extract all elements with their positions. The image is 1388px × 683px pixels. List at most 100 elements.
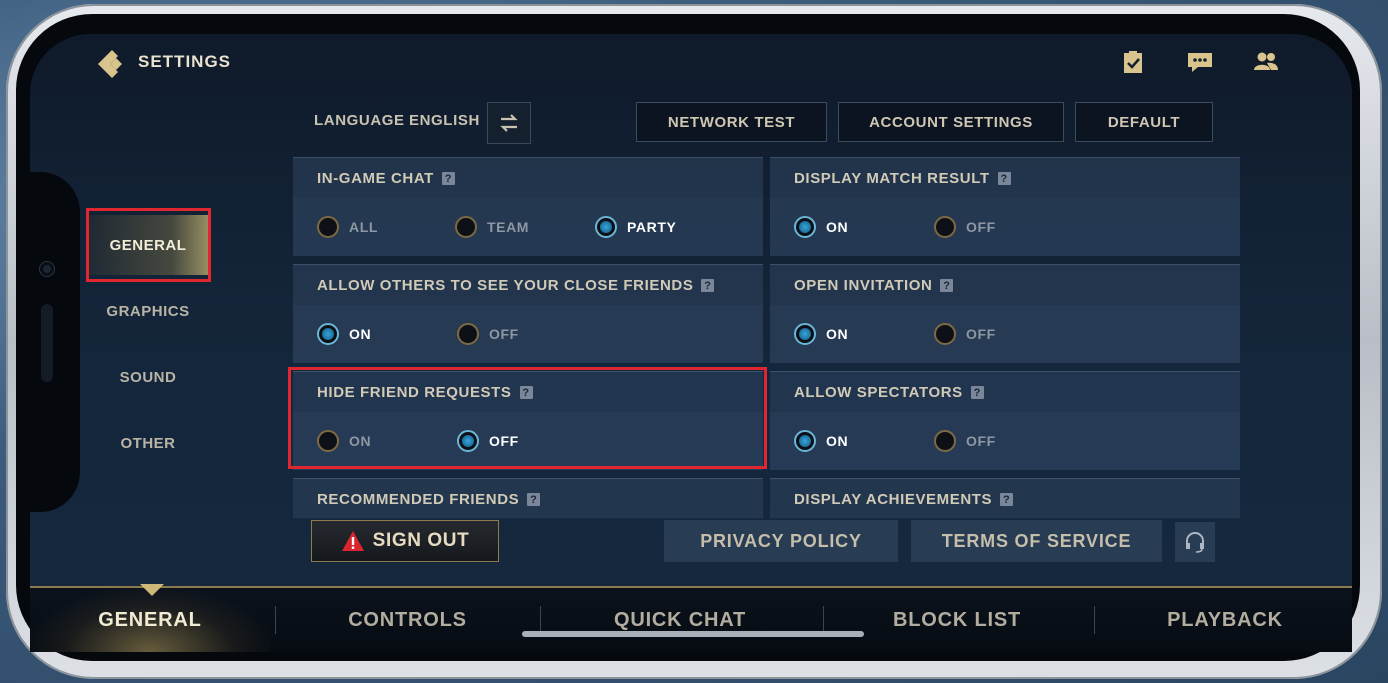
radio-off[interactable]: OFF [457,430,519,452]
help-icon[interactable]: ? [940,279,954,292]
sidebar-item-label: GENERAL [109,236,187,254]
radio-circle-selected[interactable] [457,430,479,452]
network-test-button[interactable]: NETWORK TEST [636,102,827,142]
radio-circle-selected[interactable] [794,216,816,238]
sidebar-item-other[interactable]: OTHER [88,413,208,473]
setting-recommended-friends: RECOMMENDED FRIENDS? [293,478,763,519]
radio-label: ALL [349,219,379,235]
radio-label: ON [826,433,849,449]
tab-block-list[interactable]: BLOCK LIST [828,588,1086,652]
radio-label: OFF [966,433,996,449]
setting-title: IN-GAME CHAT? [317,170,455,187]
sign-out-label: SIGN OUT [372,530,470,551]
radio-label: OFF [966,219,996,235]
account-settings-button[interactable]: ACCOUNT SETTINGS [838,102,1064,142]
active-tab-caret-icon [140,584,164,596]
chat-icon[interactable] [1186,50,1212,74]
radio-circle-selected[interactable] [317,323,339,345]
default-button[interactable]: DEFAULT [1075,102,1213,142]
radio-circle[interactable] [455,216,477,238]
tab-quick-chat[interactable]: QUICK CHAT [545,588,815,652]
setting-close-friends: ALLOW OTHERS TO SEE YOUR CLOSE FRIENDS? … [293,264,763,363]
sidebar-item-general[interactable]: GENERAL [88,215,208,275]
language-value: ENGLISH [409,112,480,129]
radio-party[interactable]: PARTY [595,216,676,238]
tab-label: CONTROLS [348,608,467,631]
page-title: SETTINGS [138,52,232,71]
radio-label: OFF [966,326,996,342]
setting-display-achievements: DISPLAY ACHIEVEMENTS? [770,478,1240,519]
radio-team[interactable]: TEAM [455,216,529,238]
setting-title: DISPLAY MATCH RESULT? [794,170,1011,187]
radio-circle[interactable] [317,216,339,238]
help-icon[interactable]: ? [1000,493,1014,506]
radio-circle-selected[interactable] [595,216,617,238]
language-swap-button[interactable] [487,102,531,144]
radio-on[interactable]: ON [794,216,848,238]
radio-off[interactable]: OFF [934,216,996,238]
setting-in-game-chat: IN-GAME CHAT? ALL TEAM PARTY [293,157,763,256]
radio-off[interactable]: OFF [934,430,996,452]
sidebar-item-sound[interactable]: SOUND [88,347,208,407]
clipboard-check-icon[interactable] [1120,50,1146,74]
radio-label: ON [349,433,372,449]
camera-icon [40,262,54,276]
radio-on[interactable]: ON [794,430,848,452]
radio-label: OFF [489,433,519,449]
radio-on[interactable]: ON [317,323,371,345]
swap-icon [500,114,518,132]
radio-label: OFF [489,326,519,342]
sidebar-item-label: SOUND [119,368,177,386]
tab-playback[interactable]: PLAYBACK [1100,588,1350,652]
warning-icon [341,531,364,551]
tab-label: GENERAL [98,608,202,631]
setting-open-invitation: OPEN INVITATION? ON OFF [770,264,1240,363]
terms-of-service-button[interactable]: TERMS OF SERVICE [911,520,1162,562]
headset-icon [1186,532,1204,553]
friends-icon[interactable] [1252,50,1278,74]
radio-on[interactable]: ON [317,430,371,452]
speaker-grille [41,304,53,382]
tab-label: BLOCK LIST [893,608,1021,631]
radio-all[interactable]: ALL [317,216,378,238]
radio-circle[interactable] [934,323,956,345]
setting-title: HIDE FRIEND REQUESTS? [317,384,533,401]
setting-title: ALLOW SPECTATORS? [794,384,984,401]
help-icon[interactable]: ? [970,386,984,399]
tab-label: PLAYBACK [1167,608,1283,631]
privacy-policy-button[interactable]: PRIVACY POLICY [664,520,898,562]
language-label: LANGUAGE [314,112,405,129]
setting-allow-spectators: ALLOW SPECTATORS? ON OFF [770,371,1240,470]
sign-out-button[interactable]: SIGN OUT [311,520,499,562]
support-headset-button[interactable] [1175,522,1215,562]
setting-display-match-result: DISPLAY MATCH RESULT? ON OFF [770,157,1240,256]
sidebar-item-graphics[interactable]: GRAPHICS [88,281,208,341]
tab-general[interactable]: GENERAL [30,588,270,652]
help-icon[interactable]: ? [441,172,455,185]
radio-circle[interactable] [934,430,956,452]
radio-label: ON [826,219,849,235]
radio-circle-selected[interactable] [794,430,816,452]
help-icon[interactable]: ? [701,279,715,292]
radio-circle[interactable] [457,323,479,345]
radio-off[interactable]: OFF [457,323,519,345]
back-icon[interactable] [96,48,130,80]
radio-label: ON [349,326,372,342]
setting-hide-friend-requests: HIDE FRIEND REQUESTS? ON OFF [293,371,763,470]
radio-off[interactable]: OFF [934,323,996,345]
help-icon[interactable]: ? [997,172,1011,185]
radio-circle[interactable] [317,430,339,452]
radio-circle[interactable] [934,216,956,238]
sidebar-item-label: GRAPHICS [106,302,190,320]
help-icon[interactable]: ? [527,493,541,506]
help-icon[interactable]: ? [519,386,533,399]
radio-circle-selected[interactable] [794,323,816,345]
tab-label: QUICK CHAT [613,608,747,631]
bottom-tab-bar: GENERAL CONTROLS QUICK CHAT BLOCK LIST P… [30,586,1352,652]
setting-title: OPEN INVITATION? [794,277,954,294]
sidebar-item-label: OTHER [120,434,176,452]
tab-controls[interactable]: CONTROLS [280,588,535,652]
setting-title: DISPLAY ACHIEVEMENTS? [794,491,1014,508]
home-indicator[interactable] [522,631,864,637]
radio-on[interactable]: ON [794,323,848,345]
